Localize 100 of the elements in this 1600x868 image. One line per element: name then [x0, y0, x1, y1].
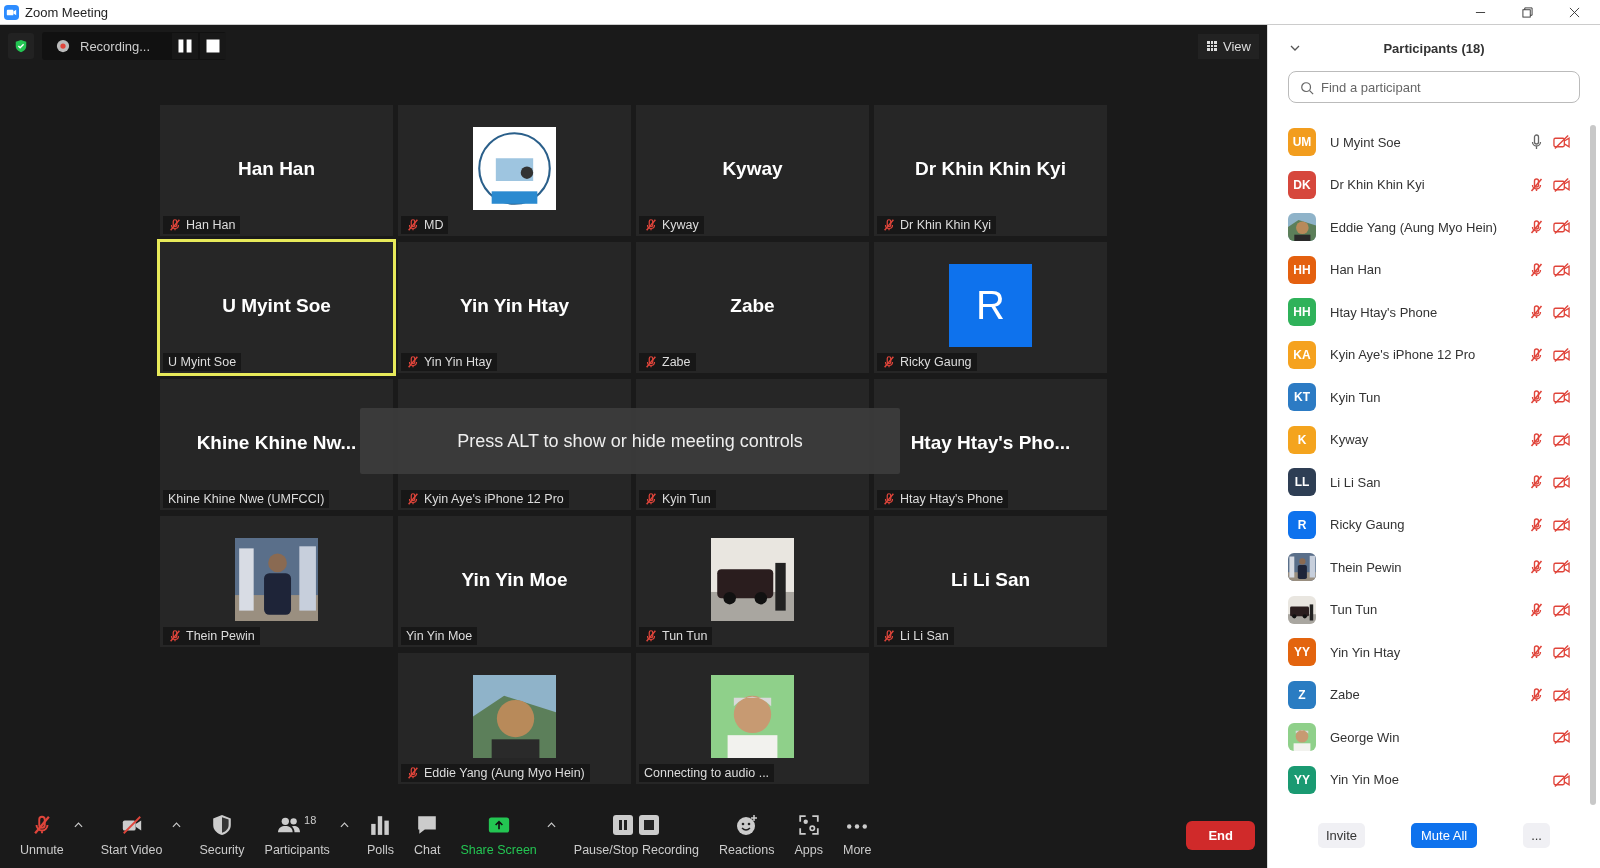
participant-row[interactable]: Eddie Yang (Aung Myo Hein) [1288, 206, 1580, 249]
participant-name: Han Han [1330, 262, 1382, 278]
muted-mic-icon [1528, 474, 1545, 491]
participant-count: 18 [304, 813, 317, 826]
scrollbar[interactable] [1590, 125, 1596, 805]
participant-label: Li Li San [900, 629, 949, 643]
view-button[interactable]: View [1198, 33, 1259, 59]
pause-icon[interactable] [172, 33, 199, 59]
toolbar-button[interactable]: Start Video [90, 809, 173, 861]
participant-label: Kyin Aye's iPhone 12 Pro [424, 492, 564, 506]
video-off-icon [1553, 516, 1570, 533]
caret-icon[interactable] [172, 821, 182, 828]
participant-name: U Myint Soe [1330, 134, 1401, 150]
shield-icon [211, 813, 233, 836]
participant-name: Kyway [722, 157, 783, 180]
caret-icon[interactable] [73, 821, 83, 828]
toolbar-button[interactable]: Pause/Stop Recording [563, 809, 709, 861]
participant-row[interactable]: R Ricky Gaung [1288, 503, 1580, 546]
video-off-icon [1553, 431, 1570, 448]
security-badge[interactable] [8, 33, 34, 59]
participant-label: Dr Khin Khin Kyi [900, 218, 991, 232]
muted-mic-icon [1528, 516, 1545, 533]
smiley-icon [735, 813, 758, 836]
app-logo-icon [4, 4, 19, 20]
participant-row[interactable]: YY Yin Yin Htay [1288, 631, 1580, 674]
video-off-icon [1553, 729, 1570, 746]
participant-name: Khine Khine Nw... [196, 431, 357, 454]
participant-row[interactable]: George Win [1288, 716, 1580, 759]
muted-mic-icon [1528, 559, 1545, 576]
stop-icon[interactable] [200, 33, 227, 59]
participant-label: U Myint Soe [168, 355, 237, 369]
apps-icon [797, 813, 820, 836]
participant-name: Yin Yin Moe [1330, 772, 1399, 788]
restore-icon[interactable] [1522, 6, 1533, 18]
participant-label: Yin Yin Moe [406, 629, 473, 643]
participant-label: Kyway [662, 218, 699, 232]
muted-mic-icon [1528, 176, 1545, 193]
chevron-down-icon[interactable] [1290, 45, 1300, 51]
participant-row[interactable]: DK Dr Khin Khin Kyi [1288, 163, 1580, 206]
avatar: UM [1288, 128, 1316, 157]
video-off-icon [1553, 686, 1570, 703]
close-icon[interactable] [1569, 6, 1580, 18]
participant-row[interactable]: HH Htay Htay's Phone [1288, 291, 1580, 334]
video-off-icon [1553, 474, 1570, 491]
participant-row[interactable]: K Kyway [1288, 418, 1580, 461]
toolbar-button[interactable]: Reactions [708, 809, 785, 861]
panel-button[interactable]: Invite [1318, 822, 1366, 848]
muted-mic-icon [1528, 346, 1545, 363]
muted-mic-icon [882, 355, 896, 369]
participant-name: Han Han [237, 157, 316, 180]
panel-button[interactable]: ... [1523, 822, 1550, 848]
video-off-icon [1553, 346, 1570, 363]
participant-name: George Win [1330, 729, 1400, 745]
video-off-icon [1553, 559, 1570, 576]
participant-name: Zabe [730, 294, 775, 317]
avatar: LL [1288, 468, 1316, 497]
participant-row[interactable]: UM U Myint Soe [1288, 121, 1580, 164]
video-off-icon [120, 813, 143, 836]
video-off-icon [1553, 134, 1570, 151]
caret-icon[interactable] [339, 821, 349, 828]
toolbar-button[interactable]: Apps [784, 809, 833, 861]
end-button[interactable]: End [1186, 820, 1255, 850]
participant-row[interactable]: KT Kyin Tun [1288, 376, 1580, 419]
participant-row[interactable]: LL Li Li San [1288, 461, 1580, 504]
panel-button[interactable]: Mute All [1411, 822, 1478, 848]
muted-mic-icon [1528, 304, 1545, 321]
participant-row[interactable]: Tun Tun [1288, 588, 1580, 631]
muted-mic-icon [168, 218, 182, 232]
muted-mic-icon [1528, 686, 1545, 703]
participant-row[interactable]: KA Kyin Aye's iPhone 12 Pro [1288, 333, 1580, 376]
toolbar-button[interactable]: Share Screen [450, 809, 547, 861]
toolbar-button[interactable]: More [833, 809, 882, 861]
participant-name: Yin Yin Htay [1330, 644, 1401, 660]
muted-mic-icon [406, 218, 420, 232]
avatar: YY [1288, 638, 1316, 667]
toolbar-button[interactable]: Security [189, 809, 255, 861]
participant-name: Ricky Gaung [1330, 517, 1405, 533]
muted-mic-icon [1528, 601, 1545, 618]
video-off-icon [1553, 389, 1570, 406]
avatar: Z [1288, 680, 1316, 709]
muted-mic-icon [644, 218, 658, 232]
muted-mic-icon [644, 492, 658, 506]
participant-name: Dr Khin Khin Kyi [1330, 177, 1425, 193]
toolbar-button[interactable]: Chat [403, 809, 451, 861]
caret-icon[interactable] [546, 821, 556, 828]
video-off-icon [1553, 176, 1570, 193]
toolbar-button[interactable]: 18 Participants [254, 809, 340, 861]
pause-stop-icon [612, 813, 661, 836]
video-off-icon [1553, 771, 1570, 788]
participant-row[interactable]: Z Zabe [1288, 673, 1580, 716]
participant-name: Htay Htay's Phone [1330, 304, 1438, 320]
search-field[interactable]: Find a participant [1288, 71, 1580, 103]
muted-mic-icon [168, 629, 182, 643]
participant-row[interactable]: YY Yin Yin Moe [1288, 758, 1580, 801]
participant-name: Eddie Yang (Aung Myo Hein) [1330, 219, 1498, 235]
toolbar-button[interactable]: Polls [356, 809, 404, 861]
participant-row[interactable]: Thein Pewin [1288, 546, 1580, 589]
participant-row[interactable]: HH Han Han [1288, 248, 1580, 291]
toolbar-button[interactable]: Unmute [10, 809, 74, 861]
participant-label: Eddie Yang (Aung Myo Hein) [424, 766, 585, 780]
